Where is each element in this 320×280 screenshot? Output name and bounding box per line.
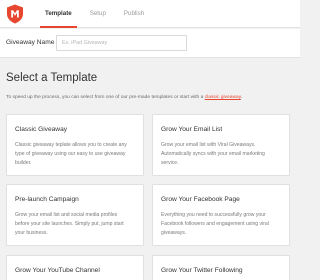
intro-end: .: [240, 95, 243, 100]
tab-publish[interactable]: Publish: [115, 0, 153, 28]
template-card-grow-youtube-channel[interactable]: Grow Your YouTube Channel: [6, 255, 144, 280]
giveaway-name-label: Giveaway Name: [6, 39, 55, 46]
top-navigation-bar: Template Setup Publish: [0, 0, 300, 28]
template-card-pre-launch-campaign[interactable]: Pre-launch Campaign Grow your email list…: [6, 184, 144, 246]
tab-template[interactable]: Template: [36, 0, 81, 28]
template-card-description: Classic giveaway teplate allows you to c…: [15, 142, 127, 167]
template-card-classic-giveaway[interactable]: Classic Giveaway Classic giveaway teplat…: [6, 114, 144, 176]
giveaway-name-input[interactable]: [56, 35, 187, 51]
shield-logo-icon[interactable]: [6, 4, 24, 24]
template-card-title: Grow Your Email List: [161, 126, 223, 133]
template-card-grow-facebook-page[interactable]: Grow Your Facebook Page Everything you n…: [152, 184, 290, 246]
template-card-description: Everything you need to successfully grow…: [161, 212, 269, 237]
template-card-grow-twitter-following[interactable]: Grow Your Twitter Following: [152, 255, 290, 280]
template-card-grow-email-list[interactable]: Grow Your Email List Grow your email lis…: [152, 114, 290, 176]
template-card-description: Grow your email list with Viral Giveaway…: [161, 142, 265, 167]
classic-giveaway-link[interactable]: classic giveaway: [205, 95, 241, 100]
section-title: Select a Template: [6, 72, 98, 84]
intro-text: To speed up the process, you can select …: [6, 95, 204, 100]
template-card-description: Grow your email list and social media pr…: [15, 212, 124, 237]
template-card-title: Classic Giveaway: [15, 126, 68, 133]
template-card-title: Grow Your Twitter Following: [161, 267, 243, 274]
wizard-tabs: Template Setup Publish: [36, 0, 153, 28]
template-card-title: Grow Your Facebook Page: [161, 196, 240, 203]
template-card-title: Pre-launch Campaign: [15, 196, 79, 203]
tab-setup[interactable]: Setup: [81, 0, 115, 28]
section-intro: To speed up the process, you can select …: [6, 95, 242, 100]
template-card-title: Grow Your YouTube Channel: [15, 267, 100, 274]
giveaway-name-row: Giveaway Name: [0, 29, 300, 58]
